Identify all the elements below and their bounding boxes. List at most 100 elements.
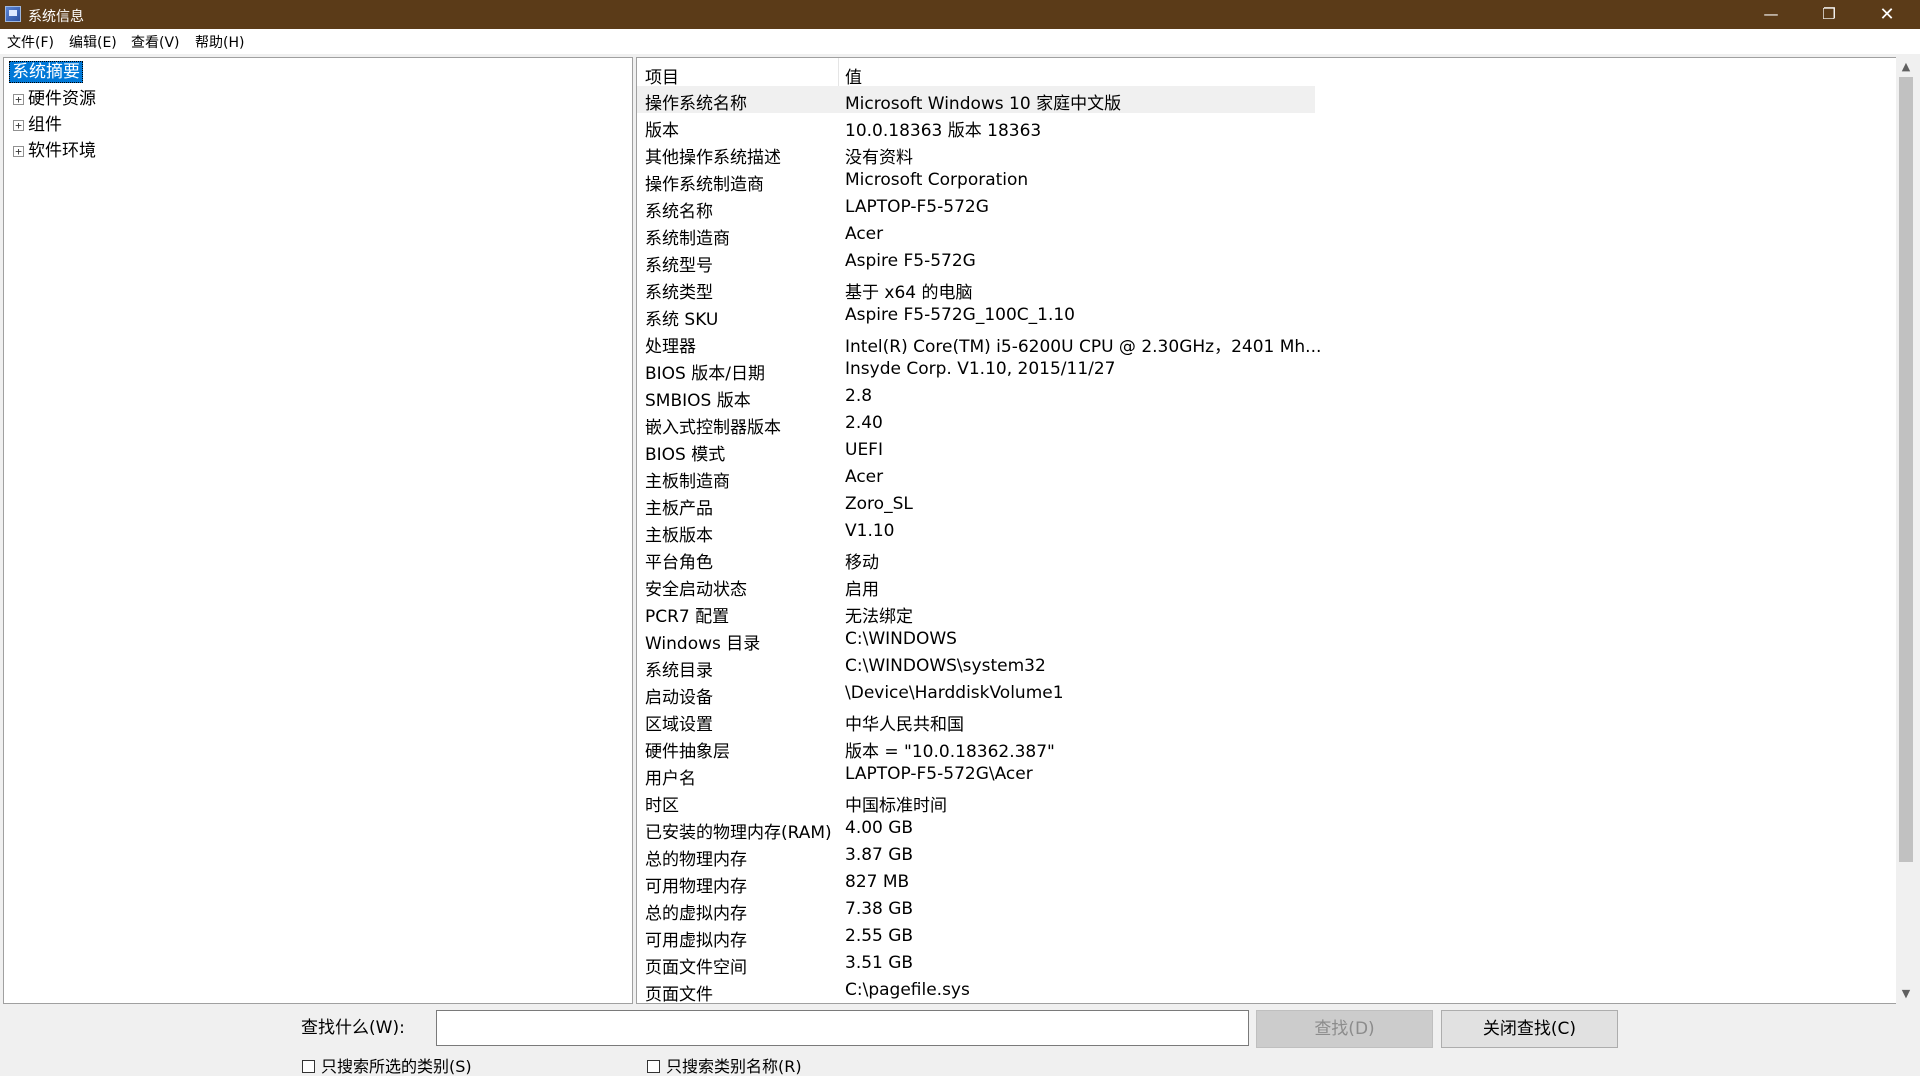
menu-view[interactable]: 查看(V) (131, 32, 180, 52)
row-item-name: 操作系统制造商 (645, 175, 764, 195)
table-row[interactable]: 系统制造商 Acer (637, 221, 1315, 249)
tree-node-software-environment[interactable]: + 软件环境 (13, 140, 96, 164)
tree-node-system-summary[interactable]: 系统摘要 (9, 61, 83, 85)
table-row[interactable]: 处理器 Intel(R) Core(TM) i5-6200U CPU @ 2.30… (637, 329, 1321, 357)
row-item-name: 系统 SKU (645, 310, 719, 330)
table-row[interactable]: PCR7 配置 无法绑定 (637, 599, 1315, 627)
row-item-name: 可用虚拟内存 (645, 931, 747, 951)
row-item-name: 系统名称 (645, 202, 713, 222)
table-row[interactable]: 时区 中国标准时间 (637, 788, 1315, 816)
table-row[interactable]: BIOS 模式 UEFI (637, 437, 1315, 465)
details-list[interactable]: 项目 值 操作系统名称 Microsoft Windows 10 家庭中文版 版本 1… (636, 57, 1916, 1004)
find-input[interactable] (436, 1010, 1249, 1046)
row-item-name: 总的物理内存 (645, 850, 747, 870)
scroll-up-arrow-icon[interactable]: ▲ (1896, 58, 1916, 76)
search-category-names-checkbox[interactable]: 只搜索类别名称(R) (647, 1053, 802, 1076)
row-item-name: 已安装的物理内存(RAM) (645, 823, 832, 843)
expand-plus-icon[interactable]: + (13, 93, 24, 105)
row-item-name: 区域设置 (645, 715, 713, 735)
expand-plus-icon[interactable]: + (13, 145, 24, 157)
table-row[interactable]: 主板产品 Zoro_SL (637, 491, 1315, 519)
column-divider[interactable] (838, 58, 839, 87)
row-item-value: 中国标准时间 (845, 796, 947, 816)
table-row[interactable]: 平台角色 移动 (637, 545, 1315, 573)
column-header-item[interactable]: 项目 (645, 63, 679, 88)
close-find-button[interactable]: 关闭查找(C) (1441, 1010, 1618, 1048)
scroll-down-arrow-icon[interactable]: ▼ (1896, 985, 1916, 1003)
row-item-value: Insyde Corp. V1.10, 2015/11/27 (845, 359, 1116, 379)
table-row[interactable]: 区域设置 中华人民共和国 (637, 707, 1315, 735)
scroll-thumb[interactable] (1899, 77, 1913, 862)
table-row[interactable]: 操作系统制造商 Microsoft Corporation (637, 167, 1315, 195)
table-row[interactable]: 系统目录 C:\WINDOWS\system32 (637, 653, 1315, 681)
search-selected-category-checkbox[interactable]: 只搜索所选的类别(S) (302, 1053, 472, 1076)
table-row[interactable]: 页面文件 C:\pagefile.sys (637, 977, 1315, 1003)
row-item-value: C:\WINDOWS (845, 629, 957, 649)
table-row[interactable]: 主板版本 V1.10 (637, 518, 1315, 546)
maximize-button[interactable]: ❐ (1800, 0, 1858, 29)
table-row[interactable]: 系统型号 Aspire F5-572G (637, 248, 1315, 276)
table-row[interactable]: BIOS 版本/日期 Insyde Corp. V1.10, 2015/11/27 (637, 356, 1315, 384)
tree-node-components[interactable]: + 组件 (13, 114, 62, 138)
row-item-value: 基于 x64 的电脑 (845, 283, 973, 303)
row-item-name: 主板版本 (645, 526, 713, 546)
table-row[interactable]: 页面文件空间 3.51 GB (637, 950, 1315, 978)
row-item-value: 移动 (845, 553, 879, 573)
row-item-value: 中华人民共和国 (845, 715, 964, 735)
row-item-value: Zoro_SL (845, 494, 913, 514)
table-row[interactable]: 启动设备 \Device\HarddiskVolume1 (637, 680, 1315, 708)
table-row[interactable]: 用户名 LAPTOP-F5-572G\Acer (637, 761, 1315, 789)
table-row[interactable]: 系统 SKU Aspire F5-572G_100C_1.10 (637, 302, 1315, 330)
table-row[interactable]: 安全启动状态 启用 (637, 572, 1315, 600)
row-item-name: 用户名 (645, 769, 696, 789)
row-item-name: PCR7 配置 (645, 607, 730, 627)
expand-plus-icon[interactable]: + (13, 119, 24, 131)
table-row[interactable]: 系统名称 LAPTOP-F5-572G (637, 194, 1315, 222)
table-row[interactable]: 可用物理内存 827 MB (637, 869, 1315, 897)
find-button[interactable]: 查找(D) (1256, 1010, 1433, 1048)
column-header-value[interactable]: 值 (845, 63, 862, 88)
row-item-value: 启用 (845, 580, 879, 600)
table-row[interactable]: 版本 10.0.18363 版本 18363 (637, 113, 1315, 141)
minimize-button[interactable]: — (1742, 0, 1800, 29)
table-row[interactable]: SMBIOS 版本 2.8 (637, 383, 1315, 411)
row-item-name: 页面文件空间 (645, 958, 747, 978)
table-row[interactable]: Windows 目录 C:\WINDOWS (637, 626, 1315, 654)
category-tree[interactable]: 系统摘要 + 硬件资源 + 组件 + 软件环境 (3, 57, 633, 1004)
row-item-name: 系统类型 (645, 283, 713, 303)
menu-file[interactable]: 文件(F) (7, 32, 54, 52)
menu-help[interactable]: 帮助(H) (195, 32, 244, 52)
row-item-value: V1.10 (845, 521, 895, 541)
menu-bar: 文件(F) 编辑(E) 查看(V) 帮助(H) (0, 29, 1920, 54)
table-row[interactable]: 其他操作系统描述 没有资料 (637, 140, 1315, 168)
tree-node-hardware-resources[interactable]: + 硬件资源 (13, 88, 96, 112)
row-item-name: 安全启动状态 (645, 580, 747, 600)
menu-edit[interactable]: 编辑(E) (69, 32, 117, 52)
table-row[interactable]: 已安装的物理内存(RAM) 4.00 GB (637, 815, 1315, 843)
table-row[interactable]: 总的物理内存 3.87 GB (637, 842, 1315, 870)
row-item-value: LAPTOP-F5-572G (845, 197, 989, 217)
checkbox-box[interactable] (647, 1060, 660, 1073)
row-item-name: 嵌入式控制器版本 (645, 418, 781, 438)
close-button[interactable]: ✕ (1858, 0, 1916, 29)
row-item-value: Acer (845, 467, 884, 487)
table-row[interactable]: 硬件抽象层 版本 = "10.0.18362.387" (637, 734, 1315, 762)
row-item-value: 10.0.18363 版本 18363 (845, 121, 1042, 141)
table-row[interactable]: 总的虚拟内存 7.38 GB (637, 896, 1315, 924)
row-item-value: Aspire F5-572G_100C_1.10 (845, 305, 1075, 325)
vertical-scrollbar[interactable]: ▲ ▼ (1896, 57, 1916, 1004)
checkbox-box[interactable] (302, 1060, 315, 1073)
system-info-app-icon (5, 6, 21, 22)
row-item-name: 主板制造商 (645, 472, 730, 492)
row-item-name: 启动设备 (645, 688, 713, 708)
row-item-value: 3.87 GB (845, 845, 914, 865)
table-row[interactable]: 嵌入式控制器版本 2.40 (637, 410, 1315, 438)
table-row[interactable]: 系统类型 基于 x64 的电脑 (637, 275, 1315, 303)
table-row[interactable]: 主板制造商 Acer (637, 464, 1315, 492)
row-item-value: Microsoft Windows 10 家庭中文版 (845, 94, 1122, 114)
row-item-value: LAPTOP-F5-572G\Acer (845, 764, 1033, 784)
row-item-value: UEFI (845, 440, 883, 460)
table-row[interactable]: 操作系统名称 Microsoft Windows 10 家庭中文版 (637, 86, 1315, 114)
row-item-name: 硬件抽象层 (645, 742, 730, 762)
table-row[interactable]: 可用虚拟内存 2.55 GB (637, 923, 1315, 951)
